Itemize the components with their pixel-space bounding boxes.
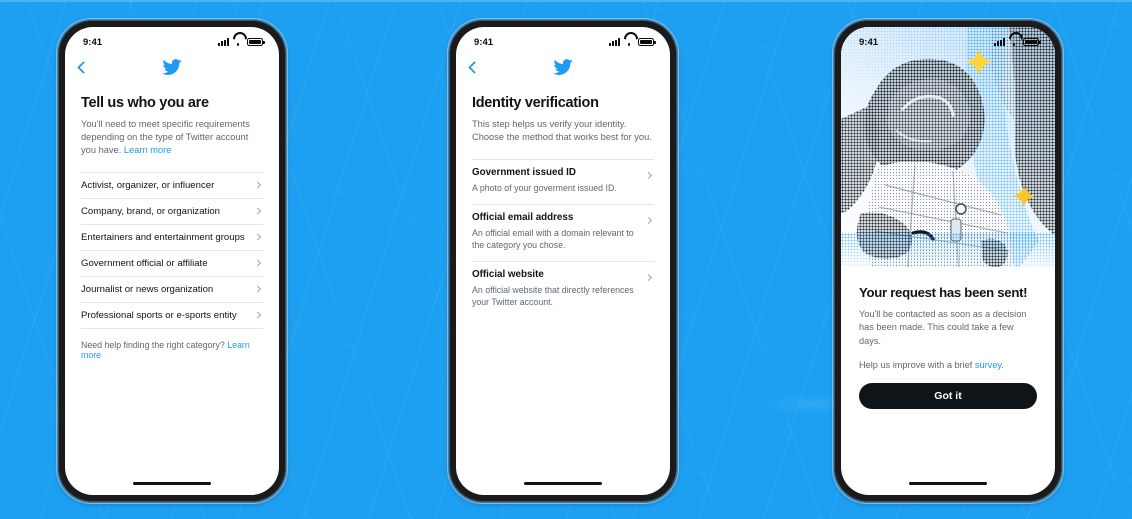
page-title: Identity verification bbox=[472, 95, 599, 111]
status-time: 9:41 bbox=[83, 36, 103, 48]
got-it-button[interactable]: Got it bbox=[859, 383, 1037, 410]
chevron-right-icon bbox=[644, 273, 653, 281]
phone-mockup-tell-us-who-you-are: 9:41 Tell us who you are You'll need to … bbox=[56, 18, 288, 504]
twitter-bird-icon bbox=[552, 58, 574, 76]
screen-request-sent: 9:41 Your request has been sent! You'll … bbox=[841, 27, 1055, 495]
chevron-right-icon bbox=[644, 216, 653, 224]
status-bar: 9:41 bbox=[65, 27, 279, 53]
learn-more-link[interactable]: Learn more bbox=[124, 145, 172, 155]
list-item-description: An official email with a domain relevant… bbox=[472, 227, 634, 251]
wifi-icon bbox=[1009, 38, 1019, 46]
illustration-bottom-mask bbox=[841, 267, 1055, 279]
cellular-signal-icon bbox=[994, 38, 1005, 46]
chevron-right-icon bbox=[253, 181, 262, 189]
home-indicator bbox=[909, 482, 987, 485]
list-item-label: Activist, organizer, or influencer bbox=[81, 179, 215, 191]
status-bar: 9:41 bbox=[841, 27, 1055, 53]
page-content: Tell us who you are You'll need to meet … bbox=[65, 95, 279, 360]
page-content: Identity verification This step helps us… bbox=[456, 95, 670, 318]
back-chevron-icon[interactable] bbox=[468, 60, 481, 74]
helper-text: Need help finding the right category? Le… bbox=[81, 340, 263, 360]
confirmation-body-text: You'll be contacted as soon as a decisio… bbox=[859, 309, 1027, 346]
chevron-right-icon bbox=[253, 233, 262, 241]
status-indicators bbox=[994, 38, 1041, 46]
twitter-bird-icon bbox=[161, 58, 183, 76]
survey-prompt-suffix: . bbox=[1001, 360, 1004, 371]
wifi-icon bbox=[624, 38, 634, 46]
page-content: Your request has been sent! You'll be co… bbox=[841, 285, 1055, 410]
nav-bar bbox=[65, 53, 279, 81]
chevron-right-icon bbox=[644, 172, 653, 180]
list-item[interactable]: Government issued ID A photo of your gov… bbox=[472, 159, 654, 203]
page-subtitle: You'll need to meet specific requirement… bbox=[81, 118, 263, 158]
home-indicator bbox=[524, 482, 602, 485]
survey-prompt-text: Help us improve with a brief bbox=[859, 360, 975, 371]
survey-prompt: Help us improve with a brief survey. bbox=[859, 360, 1037, 370]
list-item-description: A photo of your goverment issued ID. bbox=[472, 183, 617, 194]
page-subtitle: This step helps us verify your identity.… bbox=[472, 119, 652, 143]
list-item[interactable]: Official email address An official email… bbox=[472, 203, 654, 261]
list-item[interactable]: Official website An official website tha… bbox=[472, 260, 654, 318]
sparkle-icon bbox=[1013, 185, 1035, 207]
status-time: 9:41 bbox=[859, 36, 879, 48]
list-item-label: Journalist or news organization bbox=[81, 283, 214, 295]
chevron-right-icon bbox=[253, 259, 262, 267]
phone-mockup-identity-verification: 9:41 Identity verification This step hel… bbox=[447, 18, 679, 504]
screen-tell-us-who-you-are: 9:41 Tell us who you are You'll need to … bbox=[65, 27, 279, 495]
home-indicator bbox=[133, 482, 211, 485]
cellular-signal-icon bbox=[218, 38, 229, 46]
verification-method-list: Government issued ID A photo of your gov… bbox=[472, 159, 654, 317]
top-edge-strip bbox=[0, 0, 1132, 2]
battery-icon bbox=[638, 38, 656, 46]
back-chevron-icon[interactable] bbox=[77, 60, 90, 74]
page-title: Your request has been sent! bbox=[859, 285, 1028, 300]
list-item-label: Professional sports or e-sports entity bbox=[81, 309, 237, 321]
list-item[interactable]: Company, brand, or organization bbox=[81, 197, 263, 224]
list-item-label: Entertainers and entertainment groups bbox=[81, 231, 245, 243]
wifi-icon bbox=[233, 38, 243, 46]
status-indicators bbox=[218, 38, 265, 46]
list-item[interactable]: Activist, organizer, or influencer bbox=[81, 171, 263, 198]
list-item[interactable]: Professional sports or e-sports entity bbox=[81, 301, 263, 329]
chevron-right-icon bbox=[253, 285, 262, 293]
phone-mockup-request-sent: 9:41 Your request has been sent! You'll … bbox=[832, 18, 1064, 504]
list-item-label: Company, brand, or organization bbox=[81, 205, 221, 217]
list-item[interactable]: Government official or affiliate bbox=[81, 249, 263, 276]
cellular-signal-icon bbox=[609, 38, 620, 46]
list-item-title: Official website bbox=[472, 268, 544, 280]
list-item[interactable]: Journalist or news organization bbox=[81, 275, 263, 302]
helper-text-label: Need help finding the right category? bbox=[81, 339, 228, 350]
chevron-right-icon bbox=[253, 207, 262, 215]
chevron-right-icon bbox=[253, 311, 262, 319]
status-bar: 9:41 bbox=[456, 27, 670, 53]
status-time: 9:41 bbox=[474, 36, 494, 48]
screen-identity-verification: 9:41 Identity verification This step hel… bbox=[456, 27, 670, 495]
nav-bar bbox=[456, 53, 670, 81]
list-item-description: An official website that directly refere… bbox=[472, 284, 634, 308]
list-item-title: Government issued ID bbox=[472, 167, 576, 179]
list-item-title: Official email address bbox=[472, 211, 574, 223]
category-list: Activist, organizer, or influencer Compa… bbox=[81, 171, 263, 329]
battery-icon bbox=[247, 38, 265, 46]
list-item-label: Government official or affiliate bbox=[81, 257, 208, 269]
list-item[interactable]: Entertainers and entertainment groups bbox=[81, 223, 263, 250]
page-title: Tell us who you are bbox=[81, 95, 209, 111]
status-indicators bbox=[609, 38, 656, 46]
survey-link[interactable]: survey bbox=[975, 360, 1001, 370]
battery-icon bbox=[1023, 38, 1041, 46]
halftone-astronaut-illustration bbox=[841, 27, 1055, 279]
